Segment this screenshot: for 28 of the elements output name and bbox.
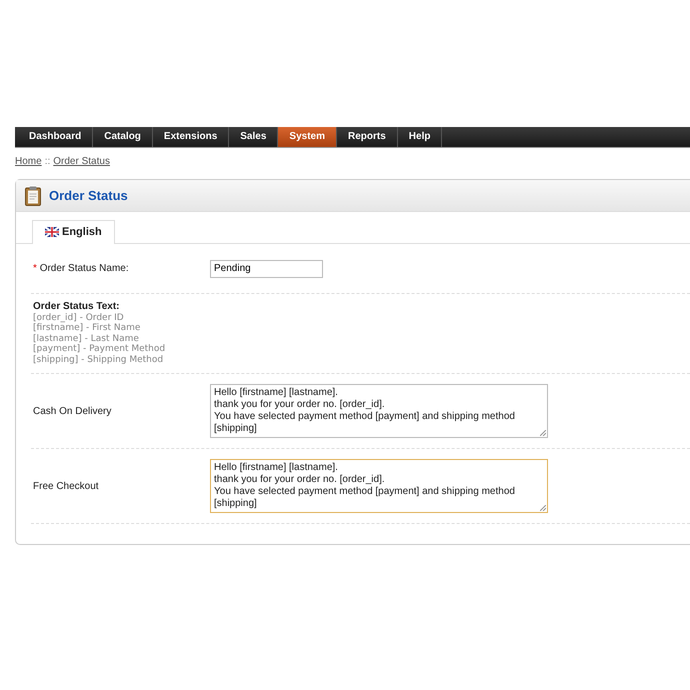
resize-grip-icon[interactable] bbox=[540, 505, 546, 511]
help-title: Order Status Text: bbox=[33, 302, 120, 312]
breadcrumb-separator: :: bbox=[44, 156, 50, 167]
menu-item[interactable]: Catalog bbox=[93, 127, 153, 147]
message-field[interactable]: Hello [firstname] [lastname]. thank you for your order no. [order_id]. You have selected payment method [payment] and shipping method [shipping] bbox=[210, 459, 548, 513]
help-text: [lastname] - Last Name bbox=[33, 334, 140, 344]
panel-title: Order Status bbox=[49, 188, 128, 203]
help-text: [payment] - Payment Method bbox=[33, 344, 166, 354]
menu-item[interactable]: Dashboard bbox=[18, 127, 94, 147]
menu-item[interactable]: Help bbox=[398, 127, 442, 147]
help-text: [order_id] - Order ID bbox=[33, 312, 125, 322]
breadcrumb-link[interactable]: Home bbox=[15, 156, 42, 167]
flag-icon bbox=[45, 227, 59, 237]
required-mark: * bbox=[33, 263, 37, 274]
clipboard-icon bbox=[25, 186, 41, 206]
field-label: Order Status Name: bbox=[40, 263, 129, 274]
field-label: Cash On Delivery bbox=[33, 406, 112, 416]
help-text: [shipping] - Shipping Method bbox=[33, 354, 164, 365]
breadcrumb-link[interactable]: Order Status bbox=[53, 156, 110, 167]
message-field[interactable]: Hello [firstname] [lastname]. thank you for your order no. [order_id]. You have selected payment method [payment] and shipping method [shipping] bbox=[210, 384, 548, 438]
menu-item[interactable]: Reports bbox=[336, 127, 398, 147]
menu-item[interactable]: Extensions bbox=[152, 127, 230, 147]
help-text: [firstname] - First Name bbox=[33, 323, 142, 334]
language-tab[interactable]: English bbox=[32, 220, 115, 244]
field-label: Free Checkout bbox=[33, 480, 100, 492]
input-field[interactable]: Pending bbox=[210, 260, 323, 278]
menu-item[interactable]: System bbox=[278, 127, 337, 147]
resize-grip-icon[interactable] bbox=[540, 430, 546, 436]
